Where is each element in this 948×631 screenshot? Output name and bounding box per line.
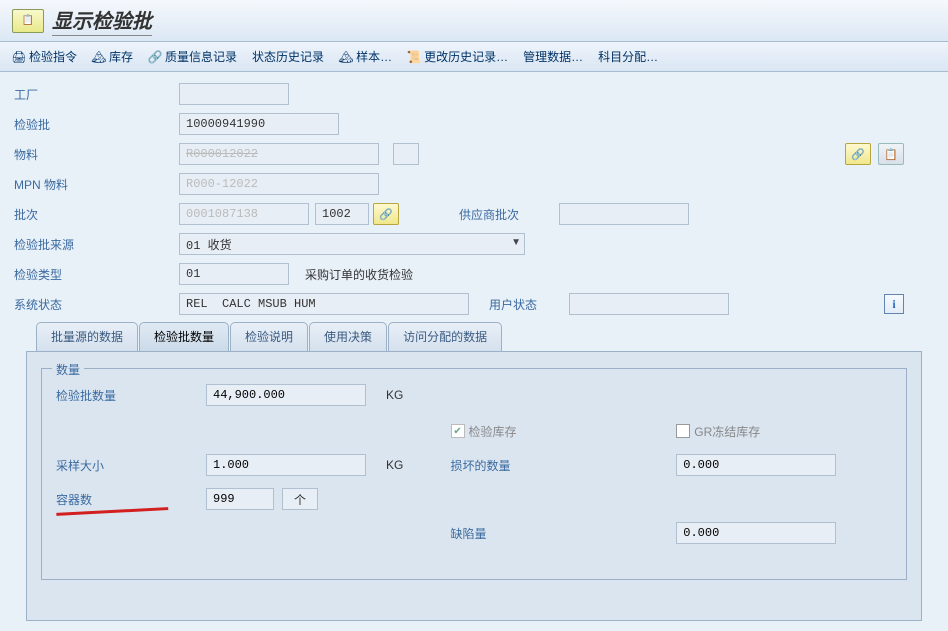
- gr-blocked-checkbox[interactable]: [676, 424, 690, 438]
- insp-stock-label: 检验库存: [469, 423, 517, 440]
- defects-field[interactable]: [676, 522, 836, 544]
- toolbar-sample[interactable]: 🏔 样本…: [339, 48, 392, 65]
- info-icon[interactable]: i: [884, 294, 904, 314]
- sample-icon: 🏔: [339, 50, 353, 64]
- insp-stock-checkbox[interactable]: ✔: [451, 424, 465, 438]
- main-form: 工厂 检验批 物料 🔗 📋 MPN 物料 批次 🔗 供应商批次 检验批来源 ▼: [0, 72, 948, 631]
- toolbar-label: 质量信息记录: [165, 48, 237, 65]
- material-aux-field[interactable]: [393, 143, 419, 165]
- toolbar-label: 管理数据…: [523, 48, 583, 65]
- toolbar-account-assign[interactable]: 科目分配…: [598, 48, 658, 65]
- qty-group-legend: 数量: [52, 361, 84, 378]
- sample-size-uom: KG: [386, 458, 436, 472]
- toolbar-admin-data[interactable]: 管理数据…: [523, 48, 583, 65]
- insp-type-field[interactable]: [179, 263, 289, 285]
- origin-value: [179, 233, 525, 255]
- toolbar-label: 库存: [109, 48, 133, 65]
- sys-status-label: 系统状态: [14, 296, 179, 313]
- containers-field[interactable]: [206, 488, 274, 510]
- toolbar-inspect-instruction[interactable]: 🖨 检验指令: [12, 48, 77, 65]
- gr-blocked-label: GR冻结库存: [694, 423, 760, 440]
- sample-size-field[interactable]: [206, 454, 366, 476]
- containers-unit: 个: [282, 488, 318, 510]
- history-icon: 📜: [407, 50, 421, 64]
- insp-type-desc: 采购订单的收货检验: [305, 266, 413, 283]
- toolbar-status-history[interactable]: 状态历史记录: [252, 48, 324, 65]
- sample-size-label: 采样大小: [56, 457, 206, 474]
- material-label: 物料: [14, 146, 179, 163]
- damaged-label: 损坏的数量: [451, 457, 541, 474]
- tab-lot-qty[interactable]: 检验批数量: [139, 322, 229, 351]
- origin-label: 检验批来源: [14, 236, 179, 253]
- lot-label: 检验批: [14, 116, 179, 133]
- damaged-field[interactable]: [676, 454, 836, 476]
- plant-label: 工厂: [14, 86, 179, 103]
- tab-assigned-data[interactable]: 访问分配的数据: [388, 322, 502, 351]
- link-button[interactable]: 🔗: [845, 143, 871, 165]
- page-title: 显示检验批: [52, 5, 152, 36]
- tab-insp-desc[interactable]: 检验说明: [230, 322, 308, 351]
- toolbar: 🖨 检验指令 🏔 库存 🔗 质量信息记录 状态历史记录 🏔 样本… 📜 更改历史…: [0, 42, 948, 72]
- title-bar: 📋 显示检验批: [0, 0, 948, 42]
- batch-field[interactable]: [179, 203, 309, 225]
- link-icon: 🔗: [148, 50, 162, 64]
- app-icon: 📋: [12, 9, 44, 33]
- toolbar-change-history[interactable]: 📜 更改历史记录…: [407, 48, 508, 65]
- containers-label: 容器数: [56, 491, 206, 508]
- defects-label: 缺陷量: [451, 525, 541, 542]
- insp-type-label: 检验类型: [14, 266, 179, 283]
- lot-qty-label: 检验批数量: [56, 387, 206, 404]
- tab-panel: 数量 检验批数量 KG 采样大小 KG 容器数: [26, 351, 922, 621]
- inspection-lot-field[interactable]: [179, 113, 339, 135]
- user-status-label: 用户状态: [489, 296, 569, 313]
- mpn-field[interactable]: [179, 173, 379, 195]
- batch-field2[interactable]: [315, 203, 369, 225]
- batch-label: 批次: [14, 206, 179, 223]
- tab-source-data[interactable]: 批量源的数据: [36, 322, 138, 351]
- toolbar-label: 状态历史记录: [252, 48, 324, 65]
- toolbar-label: 样本…: [356, 48, 392, 65]
- copy-button[interactable]: 📋: [878, 143, 904, 165]
- tab-strip: 批量源的数据 检验批数量 检验说明 使用决策 访问分配的数据: [14, 322, 934, 351]
- tab-usage-decision[interactable]: 使用决策: [309, 322, 387, 351]
- plant-field[interactable]: [179, 83, 289, 105]
- toolbar-label: 更改历史记录…: [424, 48, 508, 65]
- toolbar-stock[interactable]: 🏔 库存: [92, 48, 133, 65]
- batch-search-button[interactable]: 🔗: [373, 203, 399, 225]
- sys-status-field[interactable]: [179, 293, 469, 315]
- printer-icon: 🖨: [12, 50, 26, 64]
- toolbar-label: 检验指令: [29, 48, 77, 65]
- vendor-batch-label: 供应商批次: [459, 206, 559, 223]
- lot-qty-uom: KG: [386, 388, 436, 402]
- material-field[interactable]: [179, 143, 379, 165]
- toolbar-quality-info[interactable]: 🔗 质量信息记录: [148, 48, 237, 65]
- vendor-batch-field[interactable]: [559, 203, 689, 225]
- qty-group: 数量 检验批数量 KG 采样大小 KG 容器数: [41, 368, 907, 580]
- lot-qty-field[interactable]: [206, 384, 366, 406]
- stock-icon: 🏔: [92, 50, 106, 64]
- mpn-label: MPN 物料: [14, 176, 179, 193]
- user-status-field[interactable]: [569, 293, 729, 315]
- toolbar-label: 科目分配…: [598, 48, 658, 65]
- origin-dropdown[interactable]: ▼: [179, 233, 525, 255]
